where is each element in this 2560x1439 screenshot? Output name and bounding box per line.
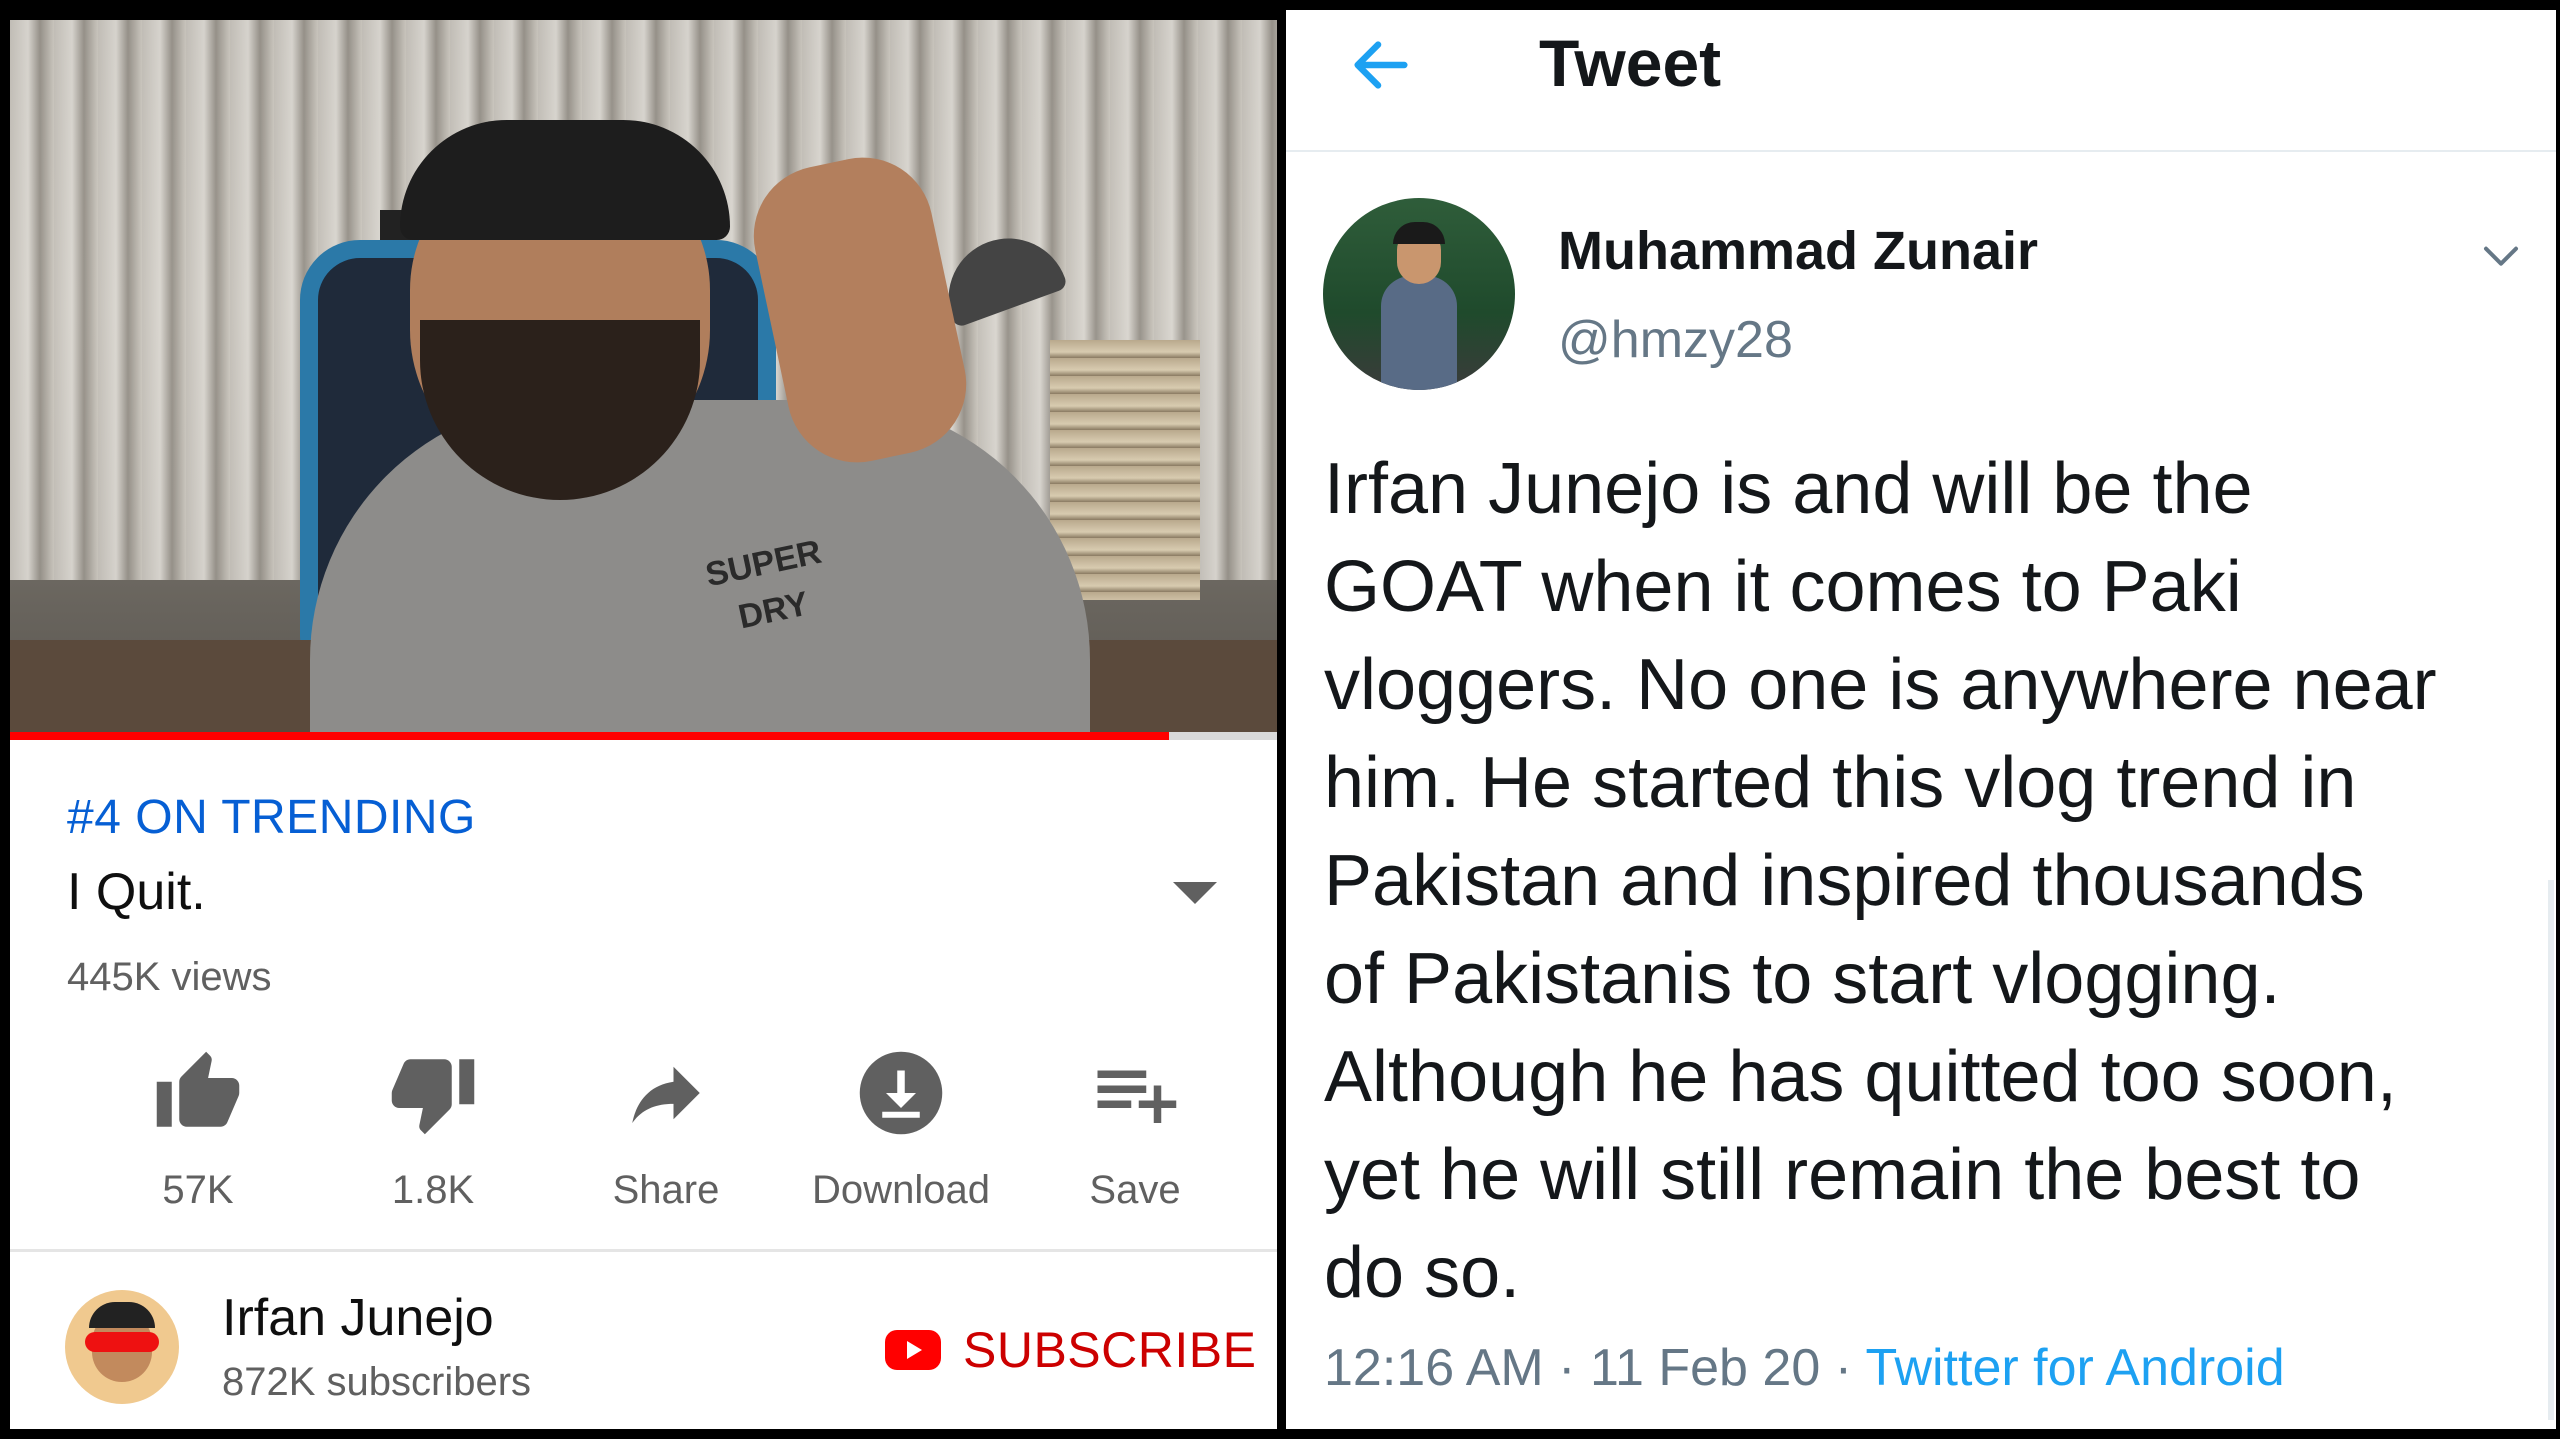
channel-name[interactable]: Irfan Junejo — [222, 1288, 494, 1348]
book-stack — [1050, 340, 1200, 600]
download-icon — [859, 1051, 943, 1135]
tweet-date: 11 Feb 20 — [1589, 1339, 1821, 1397]
tweet-text: Irfan Junejo is and will be the GOAT whe… — [1324, 449, 2437, 1313]
chevron-down-icon[interactable] — [2481, 242, 2521, 272]
download-label: Download — [812, 1168, 990, 1212]
video-progress-bar[interactable] — [10, 732, 1277, 740]
avatar-suit — [1381, 276, 1457, 390]
share-button[interactable]: Share — [556, 1048, 776, 1213]
subscriber-count: 872K subscribers — [222, 1360, 532, 1404]
tweet-time: 12:16 AM — [1324, 1339, 1544, 1397]
subscribe-label: SUBSCRIBE — [963, 1322, 1257, 1378]
tweet-panel: Tweet Muhammad Zunair @hmzy28 Irfan June… — [1286, 10, 2556, 1429]
tweet-meta: 12:16 AM · 11 Feb 20 · Twitter for Andro… — [1324, 1338, 2285, 1398]
page-title: Tweet — [1539, 26, 1722, 100]
header-divider — [1286, 150, 2556, 152]
person-cap — [400, 120, 730, 240]
youtube-play-icon — [885, 1330, 941, 1370]
playlist-add-icon — [1097, 1070, 1177, 1123]
channel-avatar[interactable] — [65, 1290, 179, 1404]
view-count: 445K views — [67, 955, 272, 999]
avatar-hair — [89, 1302, 155, 1328]
meta-separator: · — [1820, 1339, 1866, 1397]
person-torso — [310, 400, 1090, 732]
share-label: Share — [612, 1168, 720, 1212]
meta-separator: · — [1543, 1339, 1590, 1397]
like-button[interactable]: 57K — [88, 1048, 308, 1213]
dislike-button[interactable]: 1.8K — [323, 1048, 543, 1213]
youtube-panel: SUPER DRY #4 ON TRENDING I Quit. 445K vi… — [10, 20, 1277, 1429]
thumbs-up-icon — [156, 1051, 240, 1127]
video-progress-fill — [10, 732, 1170, 740]
author-avatar[interactable] — [1323, 198, 1515, 390]
tweet-source-link[interactable]: Twitter for Android — [1866, 1339, 2285, 1397]
save-button[interactable]: Save — [1025, 1048, 1245, 1213]
section-divider — [10, 1249, 1277, 1252]
download-button[interactable]: Download — [791, 1048, 1011, 1213]
save-label: Save — [1089, 1168, 1181, 1212]
author-handle[interactable]: @hmzy28 — [1558, 310, 1793, 370]
share-icon — [632, 1066, 700, 1123]
scrollbar[interactable] — [2548, 880, 2554, 1420]
like-count: 57K — [162, 1168, 234, 1212]
avatar-red-mask — [85, 1332, 159, 1352]
trending-badge[interactable]: #4 ON TRENDING — [67, 790, 476, 845]
author-name[interactable]: Muhammad Zunair — [1558, 220, 2038, 282]
back-arrow-icon[interactable] — [1346, 30, 1416, 100]
thumbs-down-icon — [391, 1059, 475, 1135]
video-player[interactable]: SUPER DRY — [10, 20, 1277, 732]
subscribe-button[interactable]: SUBSCRIBE — [885, 1320, 1256, 1380]
video-title: I Quit. — [67, 863, 206, 921]
expand-description-icon[interactable] — [1173, 882, 1217, 904]
avatar-hair — [1393, 222, 1445, 244]
dislike-count: 1.8K — [391, 1168, 475, 1212]
